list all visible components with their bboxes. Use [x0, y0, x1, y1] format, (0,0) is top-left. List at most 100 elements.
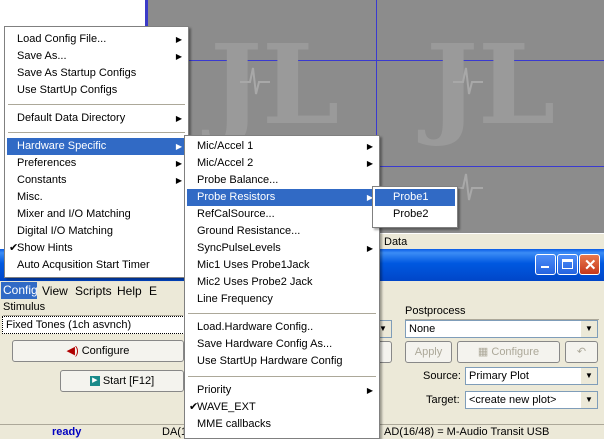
source-select[interactable]: Primary Plot ▼: [465, 367, 598, 385]
minimize-icon: [541, 266, 549, 268]
menu-item-constants[interactable]: Constants ▶: [7, 172, 186, 189]
menu-item-label: Mic/Accel 2: [197, 157, 254, 169]
start-button[interactable]: ▶ Start [F12]: [60, 370, 184, 392]
close-button[interactable]: ✕: [579, 254, 600, 275]
minimize-button[interactable]: [535, 254, 556, 275]
target-select[interactable]: <create new plot> ▼: [465, 391, 598, 409]
menu-item-label: Use StartUp Configs: [17, 84, 118, 96]
postprocess-select[interactable]: None ▼: [405, 320, 598, 338]
status-ad: AD(16/48) = M-Audio Transit USB: [384, 426, 550, 438]
menu-item-label: SyncPulseLevels: [197, 242, 281, 254]
menu-item-show-hints[interactable]: Show Hints ✔: [7, 240, 186, 257]
menu-item-label: Load.Hardware Config..: [197, 321, 314, 333]
submenu-arrow-icon: ▶: [175, 159, 182, 168]
menu-item-default-data-dir[interactable]: Default Data Directory ▶: [7, 110, 186, 127]
submenu-arrow-icon: ▶: [175, 114, 182, 123]
menu-item-probe-balance[interactable]: Probe Balance...: [187, 172, 377, 189]
postprocess-value: None: [409, 323, 436, 335]
stimulus-value: Fixed Tones (1ch asvnch): [6, 319, 132, 331]
menu-item-save-as[interactable]: Save As... ▶: [7, 48, 186, 65]
menu-item-label: Misc.: [17, 191, 43, 203]
status-ready: ready: [52, 426, 82, 438]
menu-item-label: Use StartUp Hardware Config: [197, 355, 343, 367]
menu-help[interactable]: Help: [117, 284, 142, 298]
menu-item-label: Load Config File...: [17, 33, 107, 45]
submenu-arrow-icon: ▶: [366, 386, 373, 395]
chevron-down-icon: ▼: [580, 321, 597, 337]
menu-item-hardware-specific[interactable]: Hardware Specific ▶: [7, 138, 186, 155]
menu-item-label: Probe1: [393, 191, 429, 203]
stimulus-select[interactable]: Fixed Tones (1ch asvnch): [2, 316, 185, 334]
close-icon: ✕: [584, 257, 597, 274]
submenu-arrow-icon: ▶: [175, 176, 182, 185]
watermark-logo: JL: [210, 20, 340, 149]
apply-button[interactable]: Apply: [405, 341, 452, 363]
chevron-down-icon: ▼: [580, 368, 597, 384]
pulse-icon: [240, 67, 270, 95]
menu-item-wave-ext[interactable]: WAVE_EXT ✔: [187, 399, 377, 416]
menu-item-mic-accel-1[interactable]: Mic/Accel 1 ▶: [187, 138, 377, 155]
menu-item-label: MME callbacks: [197, 418, 271, 430]
submenu-arrow-icon: ▶: [175, 142, 182, 151]
menu-item-syncpulse[interactable]: SyncPulseLevels ▶: [187, 240, 377, 257]
menu-item-mixer-io[interactable]: Mixer and I/O Matching: [7, 206, 186, 223]
probe-submenu: Probe1 Probe2: [372, 186, 458, 228]
menu-item-label: Probe Resistors: [197, 191, 276, 203]
menu-item-save-hw-config[interactable]: Save Hardware Config As...: [187, 336, 377, 353]
menu-item-probe2[interactable]: Probe2: [375, 206, 455, 223]
menu-item-auto-acq-timer[interactable]: Auto Acqusition Start Timer: [7, 257, 186, 274]
start-label: Start [F12]: [102, 375, 155, 387]
menu-separator: [188, 313, 376, 314]
undo-button[interactable]: ↶: [565, 341, 598, 363]
menu-item-label: Preferences: [17, 157, 77, 169]
menu-item-load-hw-config[interactable]: Load.Hardware Config..: [187, 319, 377, 336]
menu-item-refcalsource[interactable]: RefCalSource...: [187, 206, 377, 223]
menu-item-save-startup[interactable]: Save As Startup Configs: [7, 65, 186, 82]
configure-label: Configure: [491, 346, 540, 358]
target-label: Target:: [426, 394, 460, 406]
stimulus-configure-button[interactable]: ◀) Configure: [12, 340, 184, 362]
menu-extra[interactable]: E: [149, 284, 157, 298]
menu-item-ground-resistance[interactable]: Ground Resistance...: [187, 223, 377, 240]
menu-view[interactable]: View: [42, 284, 68, 298]
menu-scripts[interactable]: Scripts: [75, 284, 112, 298]
source-label: Source:: [423, 370, 461, 382]
menu-item-probe1[interactable]: Probe1: [375, 189, 455, 206]
menu-item-label: Save As...: [17, 50, 67, 62]
menu-item-label: Save Hardware Config As...: [197, 338, 333, 350]
play-icon: ▶: [89, 376, 100, 387]
menu-item-label: Digital I/O Matching: [17, 225, 113, 237]
menu-item-digital-io[interactable]: Digital I/O Matching: [7, 223, 186, 240]
menu-separator: [188, 376, 376, 377]
grid-icon: ▦: [477, 346, 489, 358]
menu-item-label: WAVE_EXT: [197, 401, 256, 413]
menu-item-label: Priority: [197, 384, 232, 396]
menu-item-probe-resistors[interactable]: Probe Resistors ▶: [187, 189, 377, 206]
menu-item-priority[interactable]: Priority ▶: [187, 382, 377, 399]
menu-item-mme-callbacks[interactable]: MME callbacks: [187, 416, 377, 433]
postprocess-configure-button[interactable]: ▦ Configure: [457, 341, 560, 363]
submenu-arrow-icon: ▶: [175, 35, 182, 44]
menu-item-label: Constants: [17, 174, 67, 186]
hardware-submenu: Mic/Accel 1 ▶ Mic/Accel 2 ▶ Probe Balance.…: [184, 135, 380, 439]
menu-config[interactable]: Config: [1, 282, 38, 299]
checkmark-icon: ✔: [189, 401, 199, 413]
undo-icon: ↶: [576, 346, 587, 358]
menu-item-misc[interactable]: Misc.: [7, 189, 186, 206]
menu-item-mic1-probe1[interactable]: Mic1 Uses Probe1Jack: [187, 257, 377, 274]
menu-item-use-startup-hw[interactable]: Use StartUp Hardware Config: [187, 353, 377, 370]
menu-item-label: Probe Balance...: [197, 174, 279, 186]
menu-item-label: Show Hints: [17, 242, 73, 254]
menu-item-label: RefCalSource...: [197, 208, 275, 220]
menu-item-use-startup[interactable]: Use StartUp Configs: [7, 82, 186, 99]
menu-item-label: Probe2: [393, 208, 429, 220]
menu-item-load-config[interactable]: Load Config File... ▶: [7, 31, 186, 48]
maximize-button[interactable]: [557, 254, 578, 275]
menu-item-mic2-probe2[interactable]: Mic2 Uses Probe2 Jack: [187, 274, 377, 291]
menu-item-label: Mic2 Uses Probe2 Jack: [197, 276, 313, 288]
menu-item-preferences[interactable]: Preferences ▶: [7, 155, 186, 172]
menu-item-line-frequency[interactable]: Line Frequency: [187, 291, 377, 308]
menu-item-mic-accel-2[interactable]: Mic/Accel 2 ▶: [187, 155, 377, 172]
menu-item-label: Default Data Directory: [17, 112, 126, 124]
chevron-down-icon: ▼: [580, 392, 597, 408]
